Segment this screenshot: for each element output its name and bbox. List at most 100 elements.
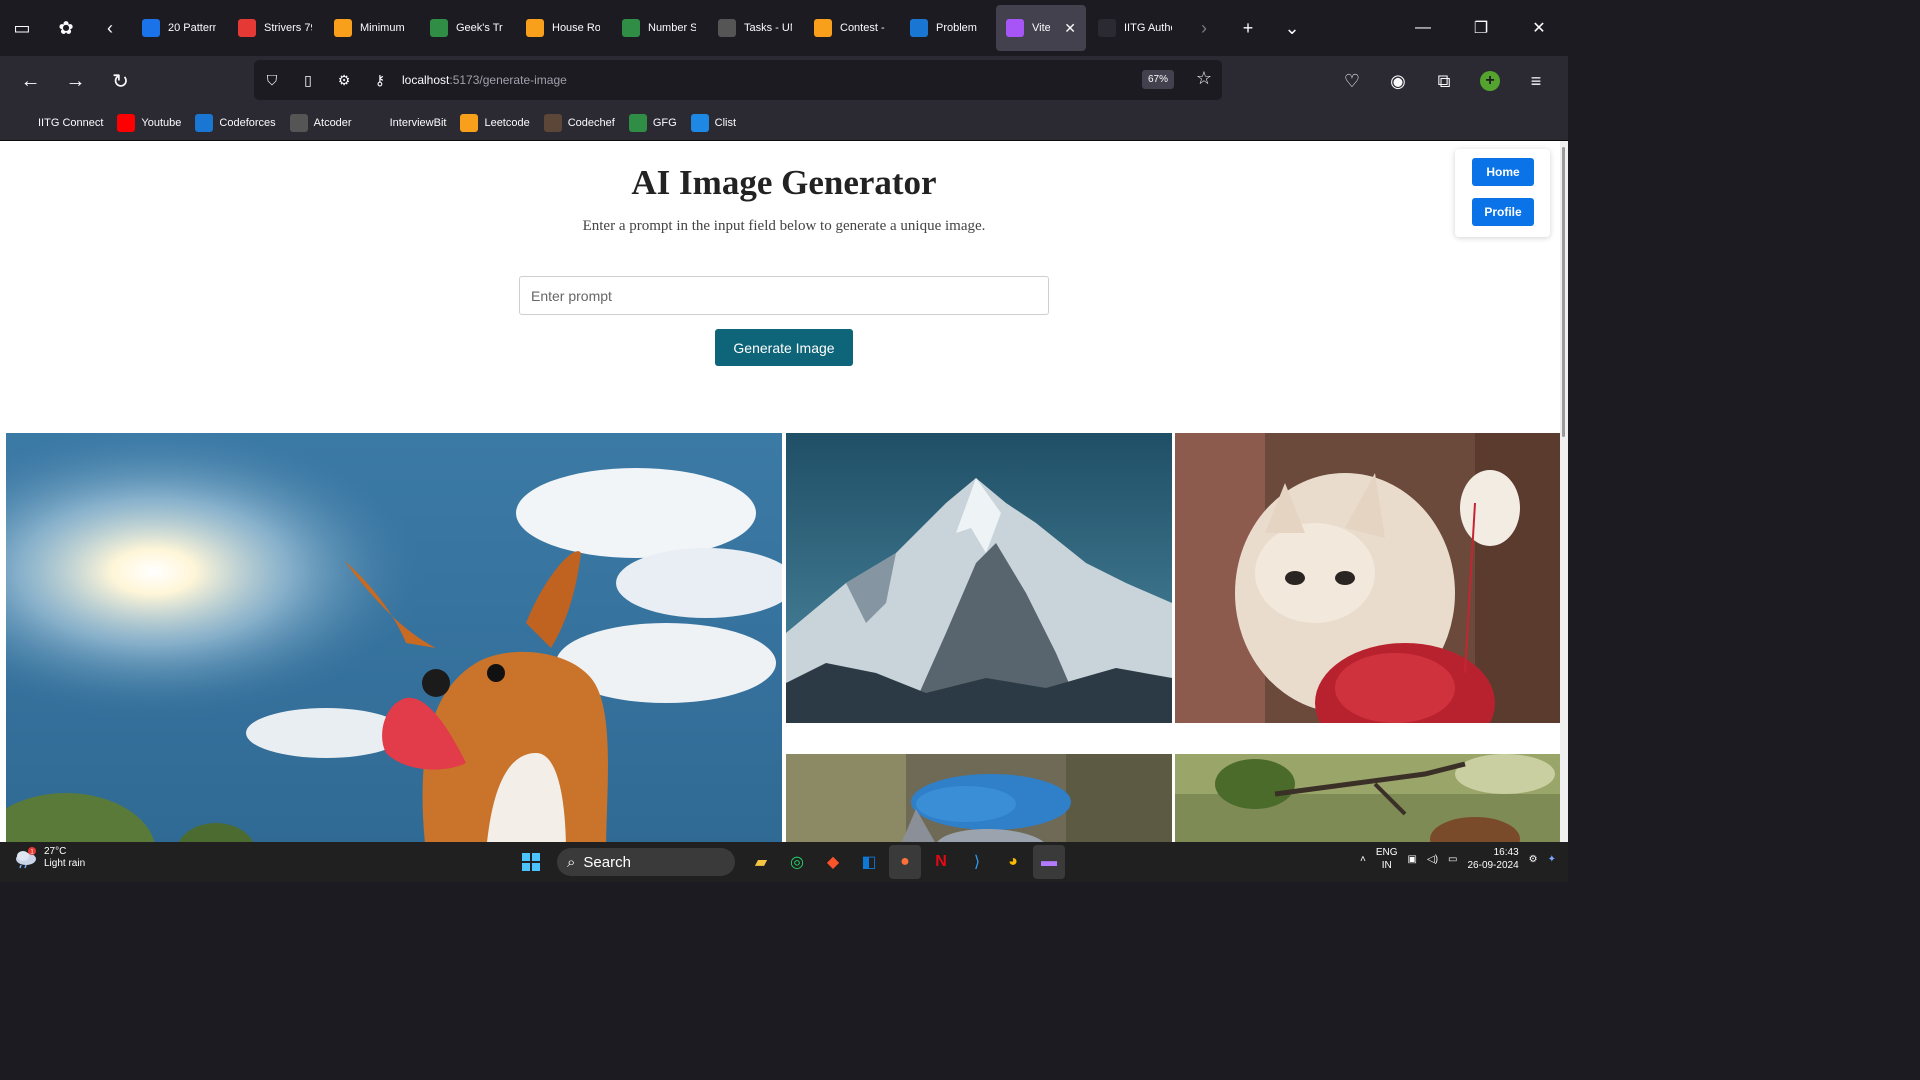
- page-info-icon[interactable]: ▯: [290, 60, 326, 100]
- weather-rain-icon: 1: [14, 847, 38, 869]
- page-content: AI Image Generator Enter a prompt in the…: [0, 141, 1568, 842]
- tracking-protection-icon[interactable]: ⛉: [254, 60, 290, 100]
- chatgpt-icon[interactable]: ✿: [44, 0, 88, 56]
- weather-widget[interactable]: 1 27°C Light rain: [14, 846, 85, 870]
- search-label: Search: [583, 853, 631, 871]
- tab-3[interactable]: Geek's Tr: [420, 5, 514, 51]
- list-all-tabs-icon[interactable]: ⌄: [1270, 0, 1314, 56]
- menu-icon[interactable]: ≡: [1514, 61, 1558, 101]
- vscode-icon[interactable]: ⟩: [961, 845, 993, 879]
- bookmark-0[interactable]: IITG Connect: [14, 114, 103, 132]
- gallery-image-mountain[interactable]: [786, 433, 1172, 723]
- tab-8[interactable]: Problem: [900, 5, 994, 51]
- page-title: AI Image Generator: [631, 163, 937, 202]
- atcoder-icon: [718, 19, 736, 37]
- pocket-icon[interactable]: ♡: [1330, 61, 1374, 101]
- clock-time: 16:43: [1493, 847, 1519, 858]
- clock-date: 26-09-2024: [1467, 860, 1519, 871]
- bookmark-label: InterviewBit: [389, 117, 447, 129]
- tab-7[interactable]: Contest -: [804, 5, 898, 51]
- tab-0[interactable]: 20 Patterns: [132, 5, 226, 51]
- tab-label: Tasks - UN: [744, 22, 792, 34]
- tab-6[interactable]: Tasks - UN: [708, 5, 802, 51]
- tab-overview-icon[interactable]: ▭: [0, 0, 44, 56]
- tab-label: 20 Patterns: [168, 22, 216, 34]
- battery-icon[interactable]: ▭: [1448, 854, 1457, 865]
- page-subtitle: Enter a prompt in the input field below …: [582, 218, 986, 234]
- show-hidden-icons-icon[interactable]: ˄: [1360, 854, 1366, 865]
- minimize-icon[interactable]: —: [1394, 0, 1452, 56]
- netflix-icon[interactable]: N: [925, 845, 957, 879]
- codechef-icon: [543, 114, 562, 132]
- home-button[interactable]: Home: [1472, 158, 1534, 186]
- whatsapp-icon[interactable]: ◎: [781, 845, 813, 879]
- profile-button[interactable]: Profile: [1472, 198, 1534, 226]
- volume-icon[interactable]: ◁): [1427, 854, 1438, 865]
- outlook-icon[interactable]: ◧: [853, 845, 885, 879]
- leetcode-icon: [814, 19, 832, 37]
- tab-10[interactable]: IITG Authenticat: [1088, 5, 1182, 51]
- url-bar[interactable]: ⛉ ▯ ⚙ ⚷ localhost:5173/generate-image 67…: [254, 60, 1222, 100]
- network-icon[interactable]: ▣: [1408, 854, 1417, 865]
- firefox-icon[interactable]: ●: [889, 845, 921, 879]
- gfg-icon: [628, 114, 647, 132]
- windows-start-icon[interactable]: [515, 845, 547, 879]
- account-icon[interactable]: ◉: [1376, 61, 1420, 101]
- bookmark-6[interactable]: Codechef: [543, 114, 615, 132]
- back-icon[interactable]: ←: [8, 61, 53, 101]
- browser-window: ▭ ✿ ‹ 20 Patterns Strivers 79 Minimum Geek'…: [0, 0, 1568, 882]
- scroll-tabs-right-icon[interactable]: ›: [1182, 0, 1226, 56]
- restore-icon[interactable]: ❐: [1452, 0, 1510, 56]
- chrome-icon[interactable]: ◕: [997, 845, 1029, 879]
- prompt-input[interactable]: [519, 276, 1049, 315]
- tab-2[interactable]: Minimum: [324, 5, 418, 51]
- page-scrollbar[interactable]: [1560, 141, 1568, 842]
- key-icon[interactable]: ⚷: [362, 60, 398, 100]
- bookmark-8[interactable]: Clist: [690, 114, 736, 132]
- tab-5[interactable]: Number S: [612, 5, 706, 51]
- close-tab-icon[interactable]: ✕: [1064, 20, 1076, 37]
- brave-icon[interactable]: ◆: [817, 845, 849, 879]
- bookmark-1[interactable]: Youtube: [117, 114, 181, 132]
- bookmark-5[interactable]: Leetcode: [460, 114, 530, 132]
- taskbar-search[interactable]: ⌕ Search: [557, 848, 735, 876]
- tab-1[interactable]: Strivers 79: [228, 5, 322, 51]
- notifications-icon[interactable]: ⚙: [1529, 854, 1538, 865]
- copilot-icon[interactable]: ✦: [1548, 854, 1556, 865]
- reload-icon[interactable]: ↻: [98, 61, 143, 101]
- bookmark-2[interactable]: Codeforces: [195, 114, 276, 132]
- bookmark-star-icon[interactable]: ☆: [1196, 68, 1212, 89]
- new-tab-icon[interactable]: +: [1226, 0, 1270, 56]
- clipchamp-icon[interactable]: ▬: [1033, 845, 1065, 879]
- scrollbar-thumb[interactable]: [1562, 147, 1565, 437]
- url-host: localhost: [402, 73, 450, 87]
- zoom-indicator[interactable]: 67%: [1141, 70, 1174, 89]
- tab-label: House Ro: [552, 22, 600, 34]
- generate-image-button[interactable]: Generate Image: [715, 329, 853, 366]
- globe-icon: [14, 114, 32, 132]
- lang-line1: ENG: [1375, 847, 1398, 858]
- weather-temp: 27°C: [44, 846, 67, 857]
- close-window-icon[interactable]: ✕: [1510, 0, 1568, 56]
- gallery-image-dog[interactable]: [6, 433, 782, 842]
- bookmark-3[interactable]: Atcoder: [289, 114, 352, 132]
- clist-icon: [690, 114, 709, 132]
- tab-9[interactable]: Vite - ✕: [996, 5, 1086, 51]
- clock[interactable]: 16:43 26-09-2024: [1467, 846, 1518, 872]
- tab-4[interactable]: House Ro: [516, 5, 610, 51]
- gallery-image-cat-beret[interactable]: [786, 754, 1172, 842]
- url-text[interactable]: localhost:5173/generate-image: [402, 73, 567, 87]
- side-nav-panel: Home Profile: [1455, 149, 1550, 237]
- file-explorer-icon[interactable]: ▰: [745, 845, 777, 879]
- bookmark-7[interactable]: GFG: [628, 114, 677, 132]
- gallery-image-bird[interactable]: [1175, 754, 1561, 842]
- bookmark-4[interactable]: InterviewBit: [365, 114, 447, 132]
- forward-icon[interactable]: →: [53, 61, 98, 101]
- gallery-image-kitten[interactable]: [1175, 433, 1561, 723]
- extensions-icon[interactable]: ⧉: [1422, 61, 1466, 101]
- tab-label: IITG Authenticat: [1124, 22, 1172, 34]
- add-extension-icon[interactable]: +: [1468, 61, 1512, 101]
- language-indicator[interactable]: ENG IN: [1376, 846, 1398, 872]
- permissions-icon[interactable]: ⚙: [326, 60, 362, 100]
- scroll-tabs-left-icon[interactable]: ‹: [88, 0, 132, 56]
